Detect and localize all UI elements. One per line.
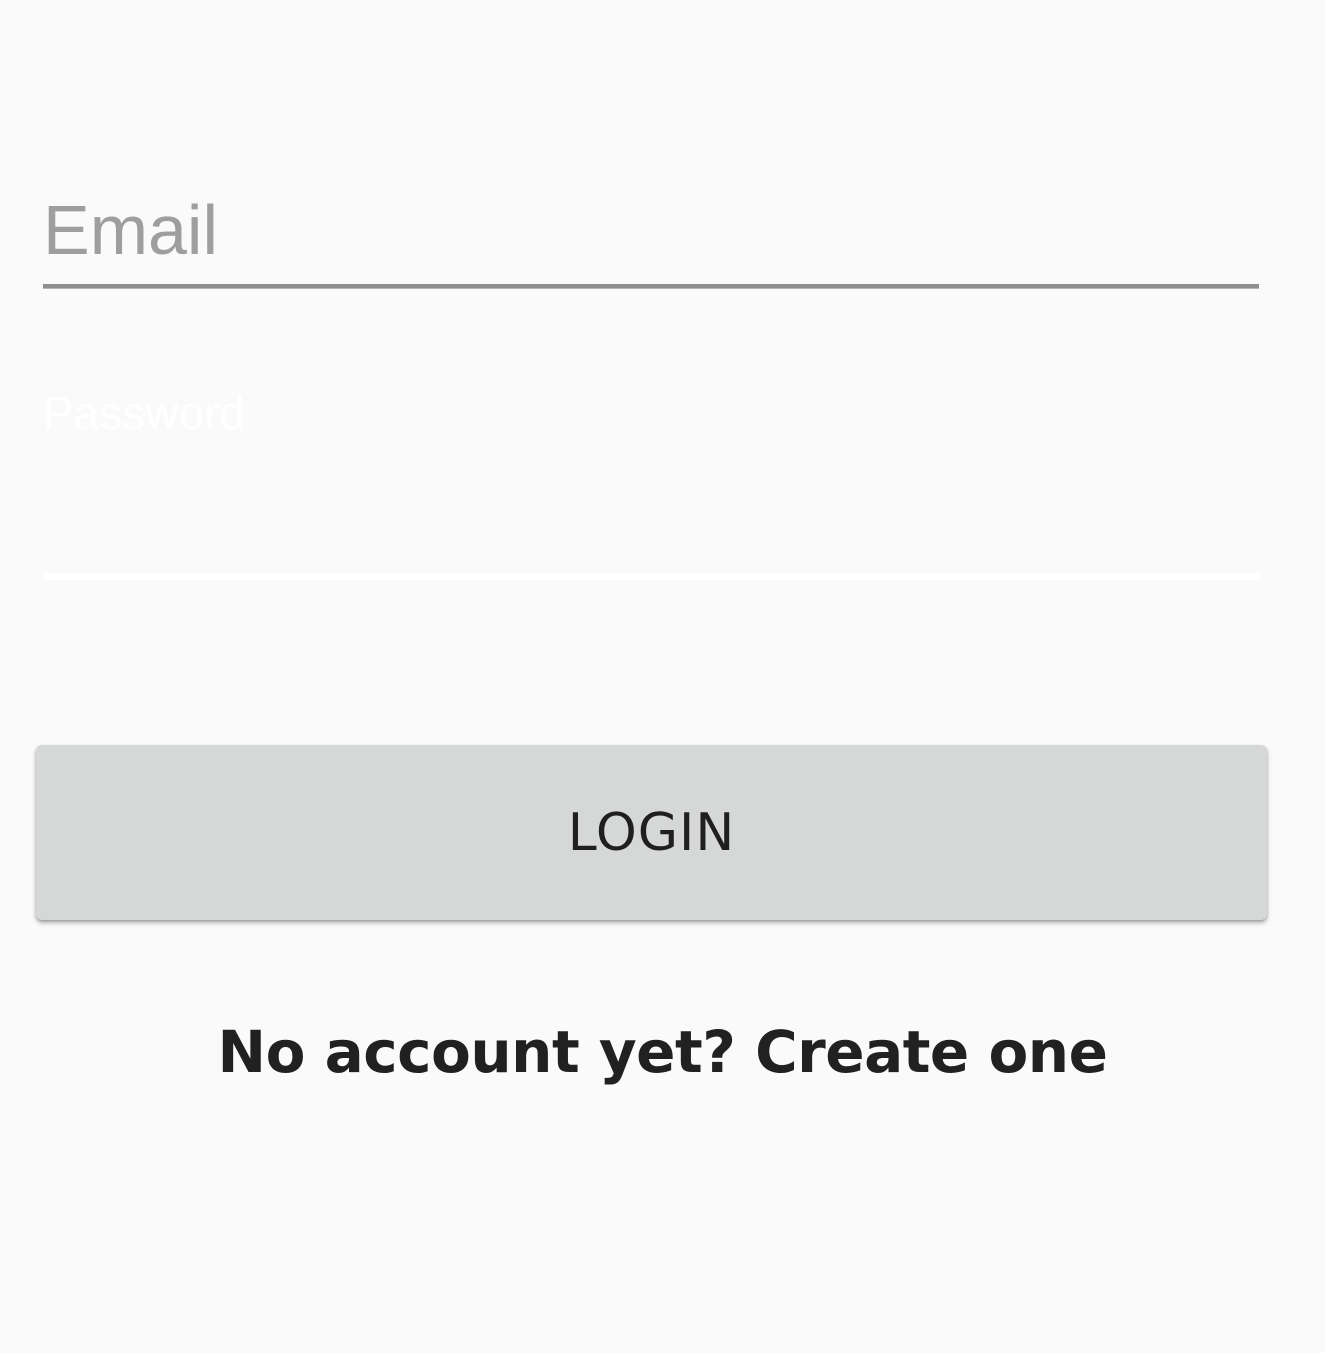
login-button-label: LOGIN	[567, 802, 736, 863]
password-field-label: Password	[43, 387, 245, 439]
create-account-link[interactable]: No account yet? Create one	[0, 1012, 1325, 1092]
password-field-underline	[43, 573, 1259, 580]
email-field-underline	[43, 284, 1259, 289]
login-button[interactable]: LOGIN	[36, 745, 1267, 920]
password-field-container: Password	[43, 380, 1259, 580]
email-field-container	[43, 180, 1259, 288]
email-field[interactable]	[43, 180, 1259, 280]
password-field[interactable]	[43, 460, 1259, 560]
